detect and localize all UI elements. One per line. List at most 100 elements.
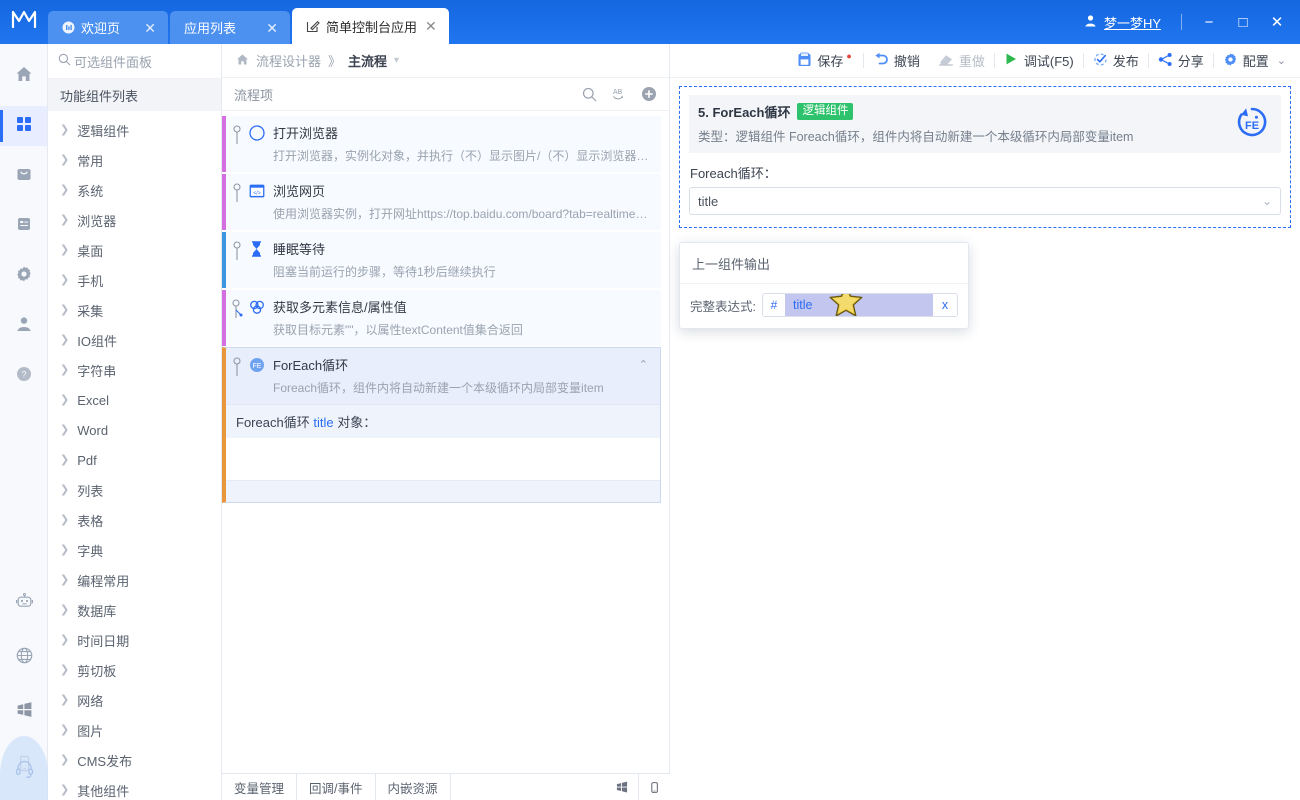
close-window-button[interactable]: ✕ — [1260, 0, 1294, 44]
breadcrumb-root[interactable]: 流程设计器 — [256, 51, 321, 70]
category-system[interactable]: ❯ 系统 — [48, 175, 221, 205]
category-programming[interactable]: ❯ 编程常用 — [48, 565, 221, 595]
tab-callback-events[interactable]: 回调/事件 — [297, 773, 376, 800]
publish-button[interactable]: 发布 — [1084, 51, 1148, 70]
flow-item-header: 获取多元素信息/属性值 — [248, 297, 653, 316]
rail-item-settings[interactable] — [0, 256, 47, 296]
flow-item-get-elements[interactable]: 获取多元素信息/属性值 获取目标元素""，以属性textContent值集合返回 — [222, 289, 661, 346]
maximize-button[interactable]: □ — [1226, 0, 1260, 44]
flow-item-header: </> 浏览网页 — [248, 181, 653, 200]
chevron-down-icon[interactable]: ▾ — [394, 55, 399, 66]
foreach-sub-suffix: 对象： — [337, 415, 377, 430]
debug-button[interactable]: 调试(F5) — [995, 51, 1083, 70]
config-button[interactable]: 配置 ⌄ — [1214, 51, 1290, 70]
category-common[interactable]: ❯ 常用 — [48, 145, 221, 175]
component-category-list: ❯ 逻辑组件 ❯ 常用 ❯ 系统 ❯ 浏览器 ❯ 桌面 ❯ 手机 ❯ 采集 ❯ IO组件 ❯ 字符… — [48, 111, 221, 800]
category-excel[interactable]: ❯ Excel — [48, 385, 221, 415]
category-label: 其他组件 — [77, 783, 130, 799]
config-card-text: 5. ForEach循环 逻辑组件 类型：逻辑组件 Foreach循环，组件内将… — [698, 102, 1232, 145]
tab-welcome[interactable]: 欢迎页 ✕ — [48, 11, 168, 44]
rail-item-apps[interactable] — [0, 106, 47, 146]
user-account[interactable]: 梦一梦HY — [1084, 13, 1171, 32]
rail-bottom-group — [0, 584, 48, 800]
rail-item-network[interactable] — [0, 638, 48, 678]
search-icon[interactable] — [582, 87, 597, 102]
category-io[interactable]: ❯ IO组件 — [48, 325, 221, 355]
breadcrumb-current[interactable]: 主流程 — [348, 51, 387, 70]
home-icon[interactable] — [236, 53, 249, 69]
flow-item-foreach[interactable]: FE ForEach循环 ⌃ Foreach循环，组件内将自动新建一个本级循环内… — [222, 347, 661, 503]
flow-connector — [226, 174, 248, 230]
component-search-row[interactable]: 可选组件面板 — [48, 44, 221, 79]
category-database[interactable]: ❯ 数据库 — [48, 595, 221, 625]
tab-simple-console-app[interactable]: 简单控制台应用 ✕ — [292, 8, 449, 44]
chevron-up-icon[interactable]: ⌃ — [639, 358, 652, 371]
browser-window-icon: </> — [248, 182, 265, 199]
category-logic[interactable]: ❯ 逻辑组件 — [48, 115, 221, 145]
expression-value-chip[interactable]: title — [784, 294, 933, 316]
windows-icon[interactable] — [606, 774, 638, 800]
category-image[interactable]: ❯ 图片 — [48, 715, 221, 745]
user-name: 梦一梦HY — [1103, 15, 1161, 31]
flow-item-browse-webpage[interactable]: </> 浏览网页 使用浏览器实例，打开网址https://top.baidu.c… — [222, 173, 661, 230]
close-icon[interactable]: ✕ — [142, 21, 158, 35]
add-circle-icon[interactable] — [641, 86, 657, 102]
tab-app-list[interactable]: 应用列表 ✕ — [170, 11, 290, 44]
category-network[interactable]: ❯ 网络 — [48, 685, 221, 715]
rail-item-store[interactable] — [0, 156, 47, 196]
chevron-right-icon: ❯ — [60, 603, 70, 616]
flow-list-title: 流程项 — [234, 87, 274, 103]
category-dict[interactable]: ❯ 字典 — [48, 535, 221, 565]
category-table[interactable]: ❯ 表格 — [48, 505, 221, 535]
tab-embedded-resources[interactable]: 内嵌资源 — [376, 773, 451, 800]
close-icon[interactable]: ✕ — [264, 21, 280, 35]
category-other[interactable]: ❯ 其他组件 — [48, 775, 221, 800]
category-string[interactable]: ❯ 字符串 — [48, 355, 221, 385]
rail-item-help[interactable]: ? — [0, 356, 47, 396]
flow-item-open-browser[interactable]: 打开浏览器 打开浏览器，实例化对象，并执行（不）显示图片/（不）显示浏览器窗..… — [222, 115, 661, 172]
category-list[interactable]: ❯ 列表 — [48, 475, 221, 505]
category-desktop[interactable]: ❯ 桌面 — [48, 235, 221, 265]
close-icon[interactable]: ✕ — [423, 19, 439, 33]
svg-text:FE: FE — [252, 362, 261, 369]
foreach-select[interactable]: title ⌄ — [689, 187, 1281, 215]
rail-item-profile[interactable] — [0, 306, 47, 346]
flow-connector — [226, 116, 248, 172]
undo-button[interactable]: 撤销 — [864, 51, 929, 70]
config-panel: 用户配置 显示模式： 5. ForEach循环 逻辑组件 — [670, 44, 1300, 800]
publish-label: 发布 — [1112, 54, 1139, 69]
minimize-button[interactable]: − — [1192, 0, 1226, 44]
gear-icon — [1223, 52, 1238, 70]
category-mobile[interactable]: ❯ 手机 — [48, 265, 221, 295]
tab-variable-manager[interactable]: 变量管理 — [222, 773, 298, 800]
translate-ab-icon[interactable]: AB — [611, 86, 627, 102]
category-label: 字典 — [77, 543, 104, 559]
category-label: 剪切板 — [77, 663, 117, 679]
rail-item-records[interactable] — [0, 206, 47, 246]
chevron-down-icon[interactable]: ⌄ — [1277, 54, 1286, 67]
category-datetime[interactable]: ❯ 时间日期 — [48, 625, 221, 655]
rail-item-windows[interactable] — [0, 692, 48, 732]
foreach-subtitle: Foreach循环 title 对象： — [226, 404, 660, 438]
mobile-icon[interactable] — [638, 773, 670, 800]
category-clipboard[interactable]: ❯ 剪切板 — [48, 655, 221, 685]
rail-item-home[interactable] — [0, 56, 47, 96]
category-cms[interactable]: ❯ CMS发布 — [48, 745, 221, 775]
help-circle-icon: ? — [15, 365, 33, 388]
search-input[interactable]: 可选组件面板 — [74, 52, 152, 71]
category-pdf[interactable]: ❯ Pdf — [48, 445, 221, 475]
expression-input[interactable]: # title x — [761, 293, 958, 317]
share-button[interactable]: 分享 — [1149, 51, 1213, 70]
category-collect[interactable]: ❯ 采集 — [48, 295, 221, 325]
config-label: 配置 — [1242, 54, 1269, 69]
category-browser[interactable]: ❯ 浏览器 — [48, 205, 221, 235]
foreach-drop-area[interactable] — [226, 438, 660, 480]
flow-item-sleep-wait[interactable]: 睡眠等待 阻塞当前运行的步骤，等待1秒后继续执行 — [222, 231, 661, 288]
globe-icon — [15, 646, 34, 670]
flow-list-header: 流程项 AB — [222, 78, 669, 111]
save-button[interactable]: 保存 ● — [788, 51, 862, 70]
category-word[interactable]: ❯ Word — [48, 415, 221, 445]
rail-item-robot[interactable] — [0, 584, 48, 624]
clear-expression-button[interactable]: x — [933, 294, 957, 316]
rail-item-support[interactable] — [0, 758, 48, 784]
